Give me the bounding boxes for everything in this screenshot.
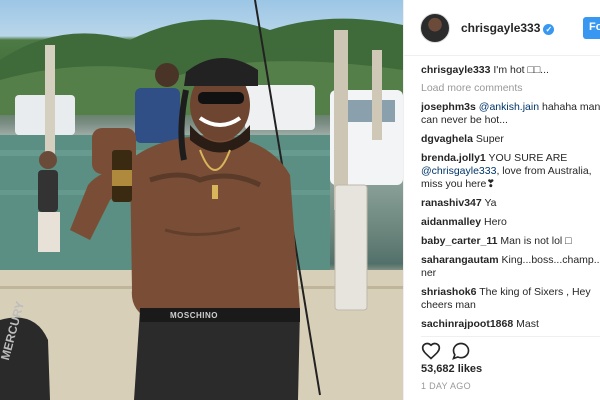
comment-text: King...boss...champ... [501,254,600,266]
comment-username[interactable]: baby_carter_11 [421,235,497,247]
heart-icon[interactable] [421,341,441,361]
timestamp: 1 DAY AGO [421,381,471,391]
comment-text: The king of Sixers , Hey [479,286,591,298]
comment-mention[interactable]: @ankish.jain [479,101,539,113]
comment-icon[interactable] [451,341,471,361]
verified-badge-icon: ✓ [543,24,555,35]
list-item: josephm3s @ankish.jain hahaha man [421,101,600,114]
comment-continuation: ner [421,267,437,279]
photo-illustration [0,0,403,400]
list-item: brenda.jolly1 YOU SURE ARE [421,152,600,165]
comment-username[interactable]: shriashok6 [421,286,476,298]
comment-username[interactable]: brenda.jolly1 [421,152,486,164]
likes-count[interactable]: 53,682 likes [421,363,482,375]
list-item: aidanmalley Hero [421,216,600,229]
comment-text: , love from Australia, [496,165,592,177]
comment-continuation: @chrisgayle333, love from Australia, [421,165,600,178]
avatar[interactable] [420,13,450,43]
comment-username[interactable]: aidanmalley [421,216,481,228]
list-item: dgvaghela Super [421,133,600,146]
follow-button[interactable]: Fo [583,17,600,39]
list-item: baby_carter_11 Man is not lol □ [421,235,600,248]
list-item: sachinrajpoot1868 Mast [421,318,600,331]
comment-text: YOU SURE ARE [488,152,568,164]
list-item: shriashok6 The king of Sixers , Hey [421,286,600,299]
comment-mention[interactable]: @chrisgayle333 [421,165,496,177]
list-item: ranashiv347 Ya [421,197,600,210]
waistband-logo-text: MOSCHINO [170,311,218,320]
comment-continuation: cheers man [421,299,476,311]
post-header: chrisgayle333✓ Fo [404,0,600,56]
username-link[interactable]: chrisgayle333 ✓ [461,21,555,35]
comment-continuation: miss you here❣ [421,178,496,190]
load-more-comments-link[interactable]: Load more comments [421,82,600,95]
comment-text: hahaha man [539,101,600,113]
comment-text: Hero [484,216,507,228]
comment-username[interactable]: ranashiv347 [421,197,482,209]
post-sidebar: chrisgayle333✓ Fo chrisgayle333 I'm hot … [403,0,600,400]
caption: chrisgayle333 I'm hot □□... [421,64,600,77]
comment-text: Mast [516,318,539,330]
post-actions [421,336,600,361]
comment-text: Ya [484,197,497,209]
caption-username[interactable]: chrisgayle333 [421,64,490,76]
caption-text: I'm hot □□... [493,64,549,76]
comment-text: Man is not lol □ [500,235,572,247]
comment-text: Super [475,133,504,145]
comment-username[interactable]: sachinrajpoot1868 [421,318,513,330]
comment-continuation: can never be hot... [421,114,508,126]
username-text[interactable]: chrisgayle333 [461,21,540,35]
comments-list: chrisgayle333 I'm hot □□... Load more co… [421,64,600,331]
list-item: saharangautam King...boss...champ... [421,254,600,267]
comment-username[interactable]: josephm3s [421,101,476,113]
comment-username[interactable]: saharangautam [421,254,499,266]
comment-username[interactable]: dgvaghela [421,133,473,145]
post-photo: MOSCHINO MERCURY [0,0,403,400]
